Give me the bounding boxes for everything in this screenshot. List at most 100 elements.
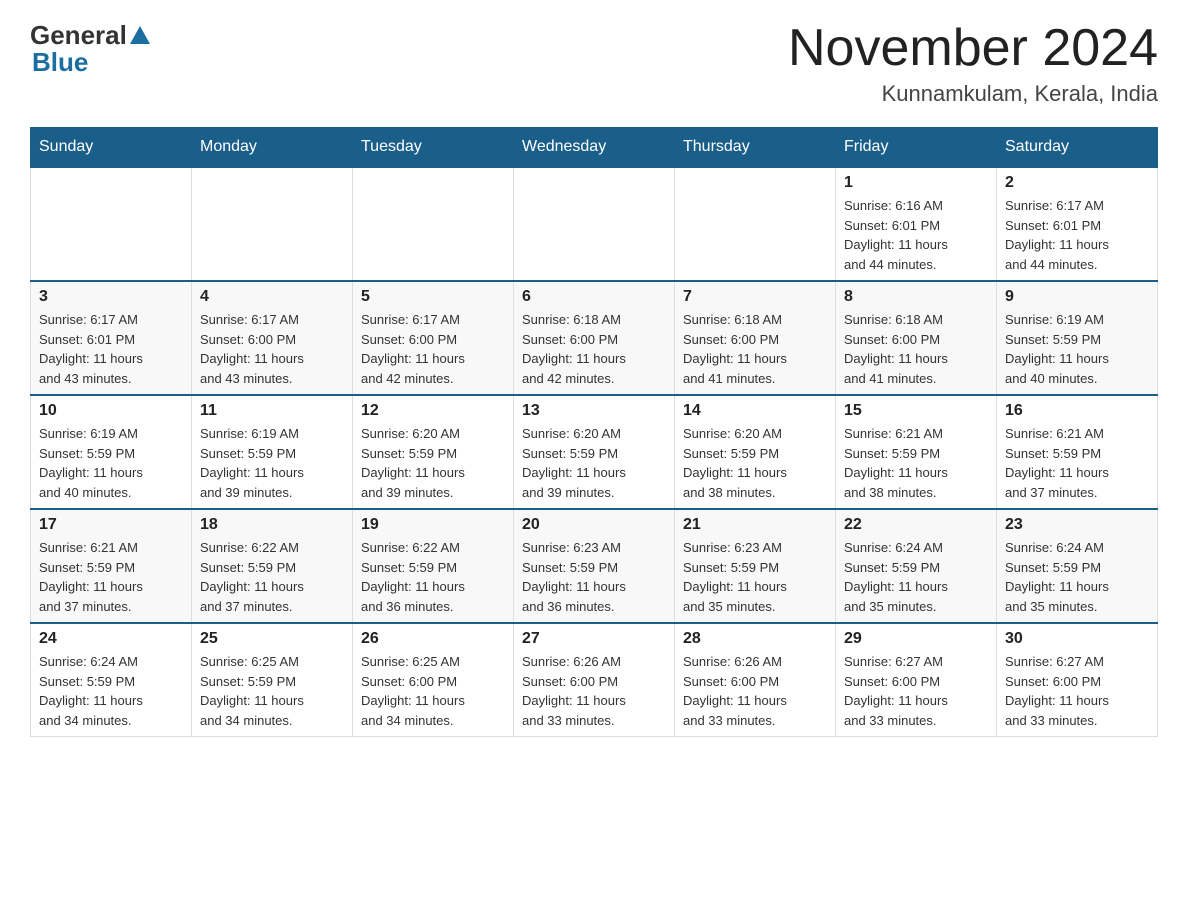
calendar-title: November 2024 [788, 20, 1158, 77]
calendar-cell: 5 Sunrise: 6:17 AMSunset: 6:00 PMDaylight… [353, 281, 514, 395]
day-info: Sunrise: 6:20 AMSunset: 5:59 PMDaylight:… [361, 424, 505, 502]
day-info: Sunrise: 6:27 AMSunset: 6:00 PMDaylight:… [844, 652, 988, 730]
day-number: 28 [683, 630, 827, 648]
calendar-cell: 21 Sunrise: 6:23 AMSunset: 5:59 PMDayligh… [675, 509, 836, 623]
weekday-header-saturday: Saturday [997, 128, 1158, 168]
day-info: Sunrise: 6:26 AMSunset: 6:00 PMDaylight:… [683, 652, 827, 730]
calendar-subtitle: Kunnamkulam, Kerala, India [788, 81, 1158, 107]
calendar-cell: 15 Sunrise: 6:21 AMSunset: 5:59 PMDayligh… [836, 395, 997, 509]
calendar-cell: 22 Sunrise: 6:24 AMSunset: 5:59 PMDayligh… [836, 509, 997, 623]
calendar-cell: 14 Sunrise: 6:20 AMSunset: 5:59 PMDayligh… [675, 395, 836, 509]
calendar-week-row: 1 Sunrise: 6:16 AMSunset: 6:01 PMDaylight… [31, 167, 1158, 281]
weekday-header-monday: Monday [192, 128, 353, 168]
calendar-cell: 2 Sunrise: 6:17 AMSunset: 6:01 PMDaylight… [997, 167, 1158, 281]
calendar-cell: 23 Sunrise: 6:24 AMSunset: 5:59 PMDayligh… [997, 509, 1158, 623]
calendar-cell [192, 167, 353, 281]
day-info: Sunrise: 6:20 AMSunset: 5:59 PMDaylight:… [683, 424, 827, 502]
calendar-cell: 4Sunrise: 6:17 AMSunset: 6:00 PMDaylight… [192, 281, 353, 395]
weekday-header-sunday: Sunday [31, 128, 192, 168]
weekday-header-row: SundayMondayTuesdayWednesdayThursdayFrid… [31, 128, 1158, 168]
day-number: 5 [361, 288, 505, 306]
weekday-header-tuesday: Tuesday [353, 128, 514, 168]
day-info: Sunrise: 6:19 AMSunset: 5:59 PMDaylight:… [1005, 310, 1149, 388]
day-number: 3 [39, 288, 183, 306]
calendar-cell: 12 Sunrise: 6:20 AMSunset: 5:59 PMDayligh… [353, 395, 514, 509]
day-info: Sunrise: 6:26 AMSunset: 6:00 PMDaylight:… [522, 652, 666, 730]
day-number: 21 [683, 516, 827, 534]
calendar-cell [353, 167, 514, 281]
day-info: Sunrise: 6:24 AMSunset: 5:59 PMDaylight:… [39, 652, 183, 730]
weekday-header-wednesday: Wednesday [514, 128, 675, 168]
logo-blue-text: Blue [30, 47, 88, 78]
day-number: 18 [200, 516, 344, 534]
day-info: Sunrise: 6:18 AMSunset: 6:00 PMDaylight:… [844, 310, 988, 388]
day-number: 11 [200, 402, 344, 420]
day-info: Sunrise: 6:17 AMSunset: 6:01 PMDaylight:… [1005, 196, 1149, 274]
day-info: Sunrise: 6:21 AMSunset: 5:59 PMDaylight:… [39, 538, 183, 616]
calendar-cell: 18 Sunrise: 6:22 AMSunset: 5:59 PMDayligh… [192, 509, 353, 623]
day-number: 1 [844, 174, 988, 192]
calendar-cell: 11 Sunrise: 6:19 AMSunset: 5:59 PMDayligh… [192, 395, 353, 509]
calendar-week-row: 10 Sunrise: 6:19 AMSunset: 5:59 PMDayligh… [31, 395, 1158, 509]
calendar-cell: 27 Sunrise: 6:26 AMSunset: 6:00 PMDayligh… [514, 623, 675, 737]
day-number: 29 [844, 630, 988, 648]
day-info: Sunrise: 6:18 AMSunset: 6:00 PMDaylight:… [683, 310, 827, 388]
day-number: 19 [361, 516, 505, 534]
day-info: Sunrise: 6:25 AMSunset: 6:00 PMDaylight:… [361, 652, 505, 730]
calendar-cell: 9 Sunrise: 6:19 AMSunset: 5:59 PMDaylight… [997, 281, 1158, 395]
day-info: Sunrise: 6:27 AMSunset: 6:00 PMDaylight:… [1005, 652, 1149, 730]
calendar-cell: 8 Sunrise: 6:18 AMSunset: 6:00 PMDaylight… [836, 281, 997, 395]
day-number: 8 [844, 288, 988, 306]
calendar-cell: 25 Sunrise: 6:25 AMSunset: 5:59 PMDayligh… [192, 623, 353, 737]
day-info: Sunrise: 6:22 AMSunset: 5:59 PMDaylight:… [200, 538, 344, 616]
day-number: 24 [39, 630, 183, 648]
day-info: Sunrise: 6:17 AMSunset: 6:01 PMDaylight:… [39, 310, 183, 388]
day-info: Sunrise: 6:23 AMSunset: 5:59 PMDaylight:… [522, 538, 666, 616]
day-info: Sunrise: 6:17 AMSunset: 6:00 PMDaylight:… [361, 310, 505, 388]
day-number: 30 [1005, 630, 1149, 648]
calendar-cell: 24 Sunrise: 6:24 AMSunset: 5:59 PMDayligh… [31, 623, 192, 737]
day-number: 12 [361, 402, 505, 420]
day-number: 6 [522, 288, 666, 306]
day-info: Sunrise: 6:20 AMSunset: 5:59 PMDaylight:… [522, 424, 666, 502]
day-number: 13 [522, 402, 666, 420]
calendar-cell: 29 Sunrise: 6:27 AMSunset: 6:00 PMDayligh… [836, 623, 997, 737]
calendar-cell: 13 Sunrise: 6:20 AMSunset: 5:59 PMDayligh… [514, 395, 675, 509]
calendar-cell: 30 Sunrise: 6:27 AMSunset: 6:00 PMDayligh… [997, 623, 1158, 737]
day-info: Sunrise: 6:19 AMSunset: 5:59 PMDaylight:… [200, 424, 344, 502]
logo: General Blue [30, 20, 150, 78]
day-info: Sunrise: 6:21 AMSunset: 5:59 PMDaylight:… [844, 424, 988, 502]
calendar-cell: 26 Sunrise: 6:25 AMSunset: 6:00 PMDayligh… [353, 623, 514, 737]
calendar-cell: 16 Sunrise: 6:21 AMSunset: 5:59 PMDayligh… [997, 395, 1158, 509]
day-number: 14 [683, 402, 827, 420]
day-info: Sunrise: 6:23 AMSunset: 5:59 PMDaylight:… [683, 538, 827, 616]
calendar-cell: 19Sunrise: 6:22 AMSunset: 5:59 PMDayligh… [353, 509, 514, 623]
day-info: Sunrise: 6:21 AMSunset: 5:59 PMDaylight:… [1005, 424, 1149, 502]
day-number: 10 [39, 402, 183, 420]
day-info: Sunrise: 6:25 AMSunset: 5:59 PMDaylight:… [200, 652, 344, 730]
day-number: 16 [1005, 402, 1149, 420]
calendar-week-row: 17Sunrise: 6:21 AMSunset: 5:59 PMDayligh… [31, 509, 1158, 623]
calendar-cell: 10Sunrise: 6:19 AMSunset: 5:59 PMDayligh… [31, 395, 192, 509]
logo-triangle-icon [130, 26, 150, 44]
day-number: 9 [1005, 288, 1149, 306]
day-number: 4 [200, 288, 344, 306]
calendar-cell: 1 Sunrise: 6:16 AMSunset: 6:01 PMDaylight… [836, 167, 997, 281]
weekday-header-friday: Friday [836, 128, 997, 168]
day-info: Sunrise: 6:24 AMSunset: 5:59 PMDaylight:… [844, 538, 988, 616]
calendar-cell [514, 167, 675, 281]
day-number: 20 [522, 516, 666, 534]
calendar-cell: 3 Sunrise: 6:17 AMSunset: 6:01 PMDaylight… [31, 281, 192, 395]
day-number: 27 [522, 630, 666, 648]
day-number: 25 [200, 630, 344, 648]
day-number: 2 [1005, 174, 1149, 192]
calendar-cell: 7Sunrise: 6:18 AMSunset: 6:00 PMDaylight… [675, 281, 836, 395]
day-number: 26 [361, 630, 505, 648]
day-info: Sunrise: 6:16 AMSunset: 6:01 PMDaylight:… [844, 196, 988, 274]
calendar-cell [675, 167, 836, 281]
day-number: 15 [844, 402, 988, 420]
day-number: 22 [844, 516, 988, 534]
calendar-cell: 17Sunrise: 6:21 AMSunset: 5:59 PMDayligh… [31, 509, 192, 623]
day-info: Sunrise: 6:24 AMSunset: 5:59 PMDaylight:… [1005, 538, 1149, 616]
day-number: 23 [1005, 516, 1149, 534]
